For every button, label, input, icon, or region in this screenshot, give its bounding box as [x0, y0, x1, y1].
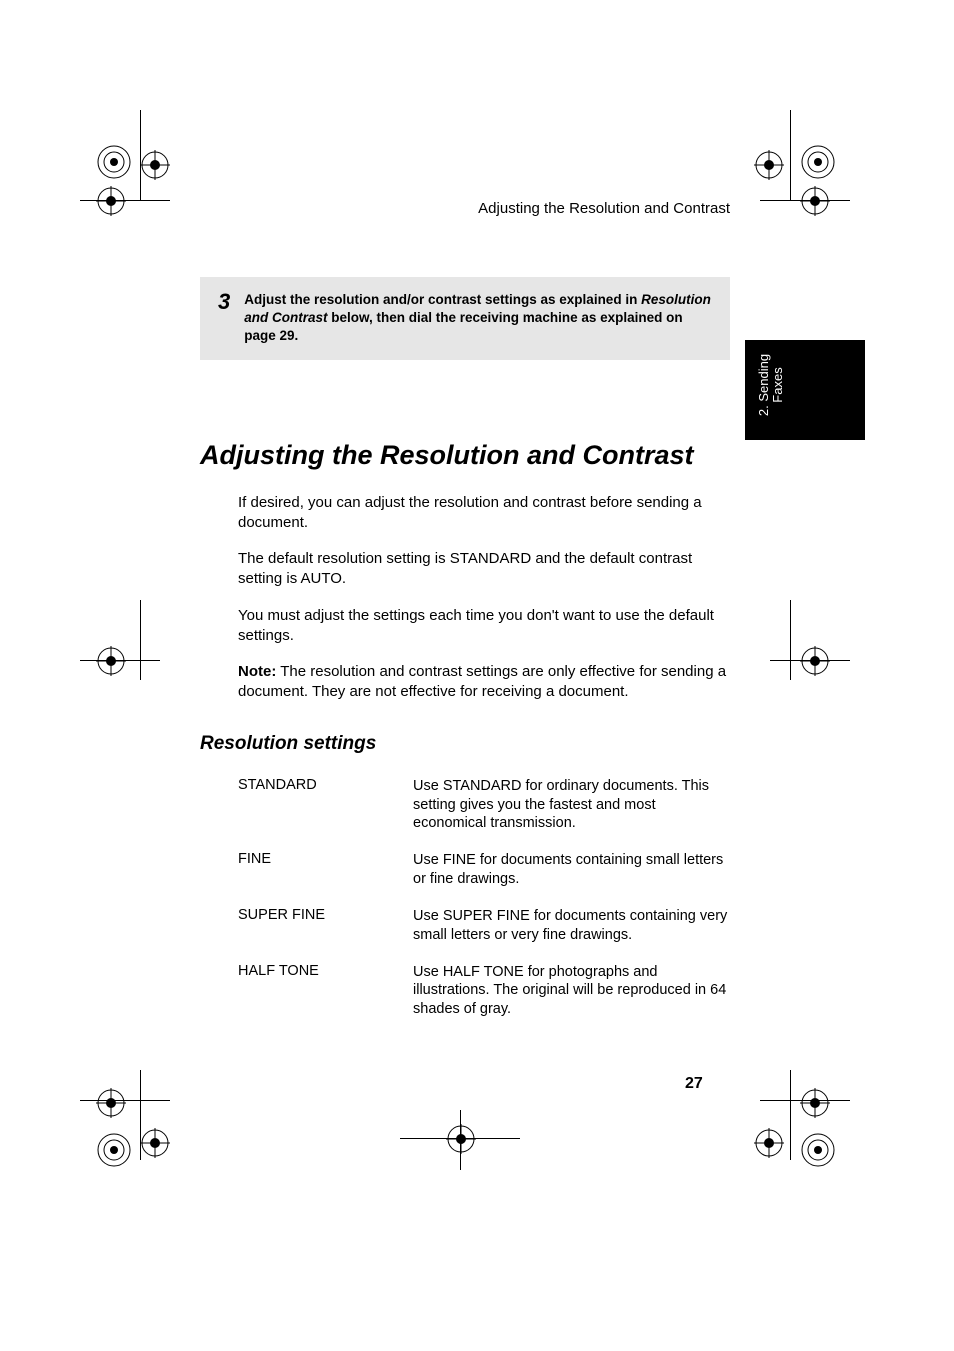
intro-p1: If desired, you can adjust the resolutio…: [238, 493, 730, 534]
crop-mark: [790, 600, 791, 680]
registration-target-icon: [96, 1088, 126, 1118]
page-number: 27: [685, 1075, 703, 1093]
chapter-tab-line1: 2. Sending: [756, 354, 771, 416]
registration-target-icon: [140, 1128, 170, 1158]
chapter-tab-line2: Faxes: [770, 367, 785, 402]
registration-target-icon: [800, 646, 830, 676]
step-box: 3 Adjust the resolution and/or contrast …: [200, 277, 730, 360]
note-text: The resolution and contrast settings are…: [238, 663, 726, 700]
setting-description: Use FINE for documents containing small …: [413, 851, 730, 889]
registration-target-icon: [446, 1124, 476, 1154]
setting-description: Use SUPER FINE for documents containing …: [413, 907, 730, 945]
step-text-before: Adjust the resolution and/or contrast se…: [244, 292, 641, 307]
intro-block: If desired, you can adjust the resolutio…: [238, 493, 730, 703]
registration-target-icon: [754, 150, 784, 180]
note-label: Note:: [238, 663, 276, 680]
step-instruction: Adjust the resolution and/or contrast se…: [244, 291, 712, 346]
setting-description: Use HALF TONE for photographs and illust…: [413, 963, 730, 1020]
intro-p2: The default resolution setting is STANDA…: [238, 549, 730, 590]
running-head: Adjusting the Resolution and Contrast: [200, 200, 730, 217]
subsection-title: Resolution settings: [200, 733, 730, 755]
registration-target-icon: [800, 1132, 836, 1168]
registration-target-icon: [140, 150, 170, 180]
registration-target-icon: [96, 646, 126, 676]
crop-mark: [790, 110, 791, 200]
table-row: FINE Use FINE for documents containing s…: [238, 851, 730, 889]
page-content: Adjusting the Resolution and Contrast 3 …: [200, 200, 730, 1037]
intro-note: Note: The resolution and contrast settin…: [238, 662, 730, 703]
crop-mark: [790, 1070, 791, 1160]
table-row: SUPER FINE Use SUPER FINE for documents …: [238, 907, 730, 945]
setting-name: HALF TONE: [238, 963, 413, 1020]
registration-target-icon: [754, 1128, 784, 1158]
step-number: 3: [218, 291, 230, 313]
registration-target-icon: [96, 144, 132, 180]
intro-p3: You must adjust the settings each time y…: [238, 606, 730, 647]
registration-target-icon: [800, 1088, 830, 1118]
section-title: Adjusting the Resolution and Contrast: [200, 440, 730, 471]
registration-target-icon: [96, 1132, 132, 1168]
registration-target-icon: [800, 186, 830, 216]
setting-name: SUPER FINE: [238, 907, 413, 945]
setting-description: Use STANDARD for ordinary documents. Thi…: [413, 777, 730, 834]
registration-target-icon: [96, 186, 126, 216]
resolution-settings-table: STANDARD Use STANDARD for ordinary docum…: [238, 777, 730, 1019]
table-row: STANDARD Use STANDARD for ordinary docum…: [238, 777, 730, 834]
registration-target-icon: [800, 144, 836, 180]
setting-name: FINE: [238, 851, 413, 889]
table-row: HALF TONE Use HALF TONE for photographs …: [238, 963, 730, 1020]
setting-name: STANDARD: [238, 777, 413, 834]
chapter-tab: 2. Sending Faxes: [745, 340, 865, 440]
crop-mark: [140, 600, 141, 680]
